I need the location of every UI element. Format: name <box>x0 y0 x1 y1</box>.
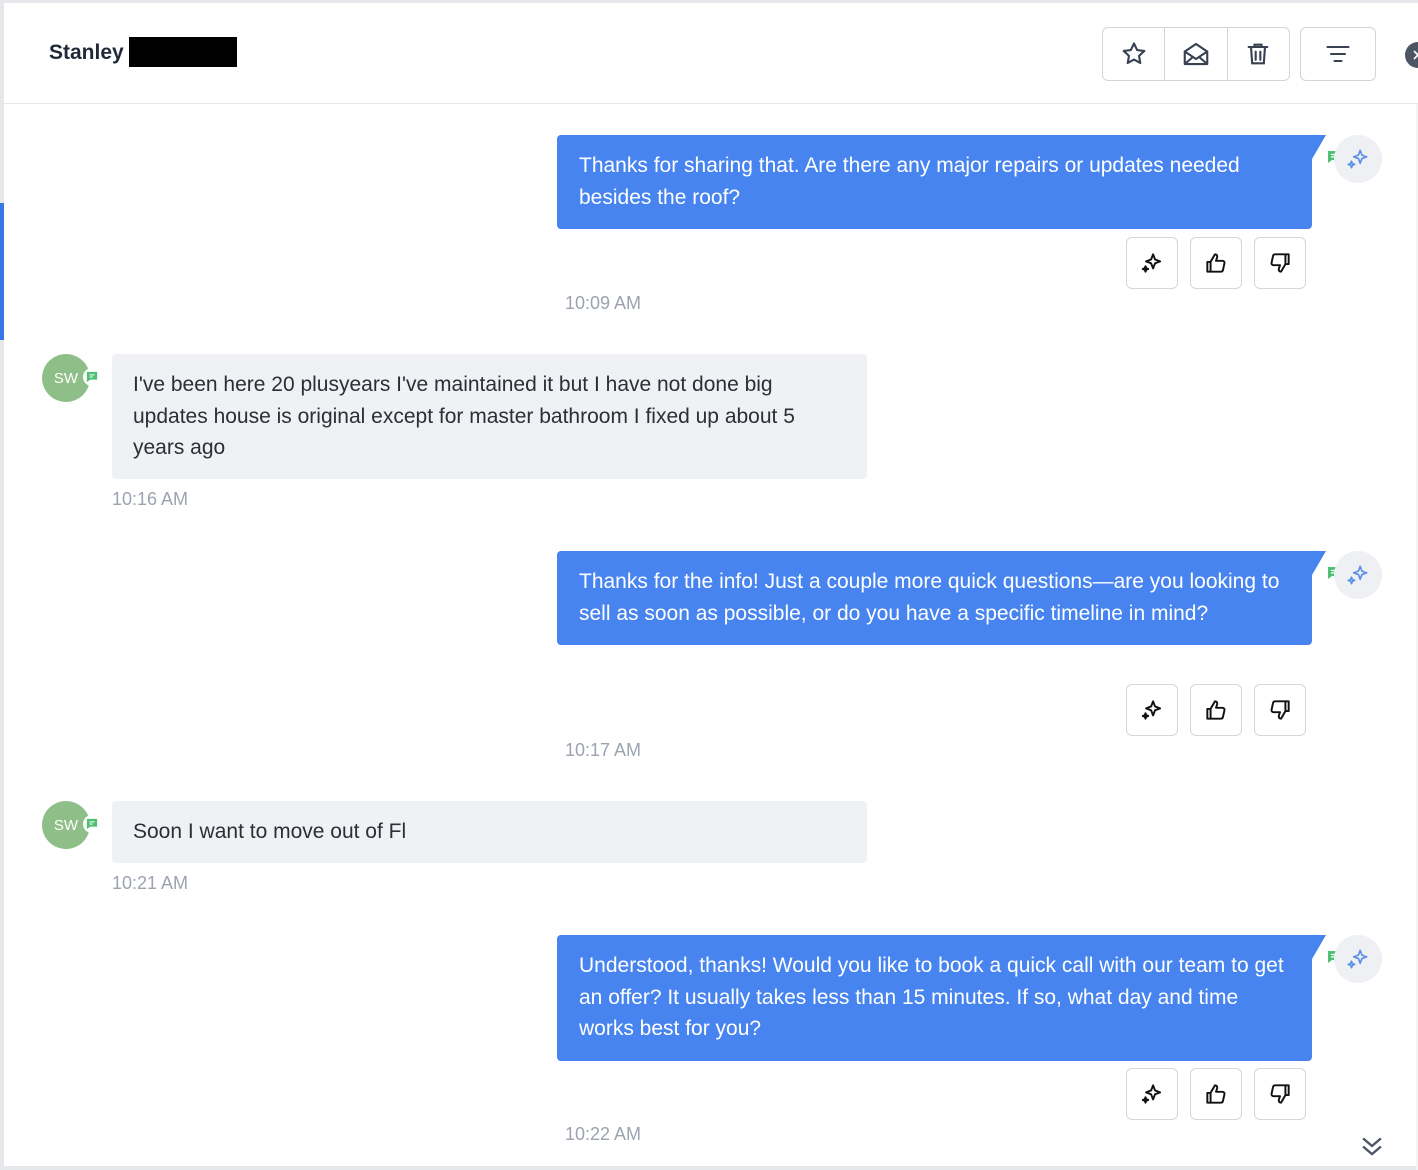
outgoing-message-bubble: Understood, thanks! Would you like to bo… <box>557 935 1326 1061</box>
message-actions <box>1126 1068 1306 1120</box>
incoming-message-bubble: Soon I want to move out of Fl <box>112 801 867 863</box>
thumbs-down-icon <box>1270 1084 1290 1104</box>
incoming-message-bubble: I've been here 20 plusyears I've maintai… <box>112 354 867 479</box>
sms-channel-icon <box>83 368 101 386</box>
sparkle-icon <box>1347 565 1368 585</box>
message-timestamp: 10:21 AM <box>112 873 189 893</box>
ai-generated-indicator[interactable] <box>1334 551 1382 599</box>
sparkle-icon <box>1141 1084 1162 1104</box>
avatar-initials: SW <box>53 816 79 834</box>
message-actions <box>1126 684 1306 736</box>
message-text: Thanks for sharing that. Are there any m… <box>579 154 1240 209</box>
redacted-last-name <box>129 37 237 67</box>
outgoing-message-bubble: Thanks for the info! Just a couple more … <box>557 551 1326 645</box>
outgoing-message-bubble: Thanks for sharing that. Are there any m… <box>557 135 1326 229</box>
frame-bottom-border <box>0 1166 1418 1170</box>
message-timestamp: 10:22 AM <box>565 1124 642 1144</box>
filter-button[interactable] <box>1300 27 1376 81</box>
thumbs-up-icon <box>1206 1084 1226 1104</box>
close-icon <box>1413 50 1418 60</box>
star-button[interactable] <box>1103 28 1166 80</box>
star-icon <box>1122 42 1145 65</box>
regenerate-ai-button[interactable] <box>1126 237 1178 289</box>
mark-read-button[interactable] <box>1165 28 1228 80</box>
thumbs-up-button[interactable] <box>1190 684 1242 736</box>
thumbs-down-button[interactable] <box>1254 684 1306 736</box>
message-actions <box>1126 237 1306 289</box>
message-timestamp: 10:16 AM <box>112 489 189 509</box>
sparkle-icon <box>1141 700 1162 720</box>
regenerate-ai-button[interactable] <box>1126 1068 1178 1120</box>
mail-open-icon <box>1183 42 1209 66</box>
conversation-header: Stanley <box>4 3 1418 104</box>
contact-name: Stanley <box>49 41 124 64</box>
close-button[interactable] <box>1405 42 1418 68</box>
message-timestamp: 10:17 AM <box>565 740 642 760</box>
sparkle-icon <box>1141 253 1162 273</box>
message-text: Soon I want to move out of Fl <box>133 820 407 843</box>
message-text: Understood, thanks! Would you like to bo… <box>579 954 1284 1040</box>
delete-button[interactable] <box>1228 28 1289 80</box>
frame-left-border <box>0 0 4 1170</box>
message-timestamp: 10:09 AM <box>565 293 642 313</box>
thumbs-down-icon <box>1270 253 1290 273</box>
thumbs-down-icon <box>1270 700 1290 720</box>
ai-generated-indicator[interactable] <box>1334 935 1382 983</box>
thumbs-up-icon <box>1206 253 1226 273</box>
conversation-actions <box>1102 27 1290 81</box>
scroll-to-bottom-button[interactable] <box>1354 1128 1390 1164</box>
ai-generated-indicator[interactable] <box>1334 135 1382 183</box>
trash-icon <box>1247 43 1269 65</box>
thumbs-up-icon <box>1206 700 1226 720</box>
thumbs-down-button[interactable] <box>1254 237 1306 289</box>
sparkle-icon <box>1347 949 1368 969</box>
filter-icon <box>1326 45 1350 63</box>
thumbs-up-button[interactable] <box>1190 237 1242 289</box>
regenerate-ai-button[interactable] <box>1126 684 1178 736</box>
chevrons-down-icon <box>1362 1137 1382 1156</box>
thumbs-up-button[interactable] <box>1190 1068 1242 1120</box>
message-text: I've been here 20 plusyears I've maintai… <box>133 373 795 459</box>
avatar-initials: SW <box>53 369 79 387</box>
active-conversation-indicator <box>0 203 4 340</box>
message-text: Thanks for the info! Just a couple more … <box>579 570 1280 625</box>
thumbs-down-button[interactable] <box>1254 1068 1306 1120</box>
sms-channel-icon <box>83 815 101 833</box>
sparkle-icon <box>1347 149 1368 169</box>
